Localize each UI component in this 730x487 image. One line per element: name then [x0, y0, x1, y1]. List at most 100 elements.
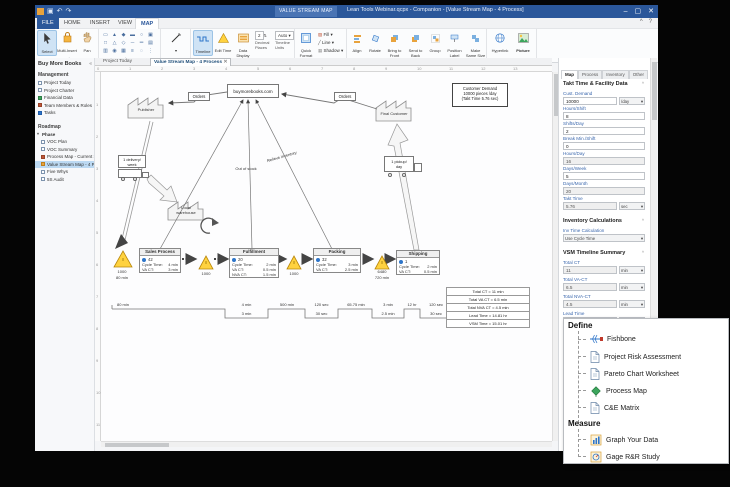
shape-button[interactable]: ─	[128, 39, 137, 47]
align-button[interactable]: Align	[348, 30, 366, 56]
info-line-packing[interactable]	[256, 100, 332, 249]
redo-icon[interactable]: ↷	[66, 6, 72, 17]
orders-label-right[interactable]: Orders	[334, 92, 356, 101]
pan-button[interactable]: Pan	[77, 30, 97, 56]
sidebar-item-5s-audit[interactable]: 5S Audit	[35, 176, 94, 184]
decimal-places-input[interactable]: 2	[255, 31, 264, 40]
sidebar-item-voc-summary[interactable]: VOC Summary	[35, 146, 94, 154]
shape-button[interactable]: ◆	[119, 31, 128, 39]
final-customer-label[interactable]: Final Customer	[374, 112, 414, 117]
maximize-button[interactable]: ▢	[635, 6, 642, 17]
tab-insert[interactable]: INSERT	[85, 18, 115, 29]
sidebar-item-tasks[interactable]: Tasks	[35, 109, 94, 117]
takt-unit-dropdown[interactable]: sec▾	[619, 202, 645, 210]
position-label-button[interactable]: Position Label	[444, 30, 465, 56]
tab-view[interactable]: VIEW	[113, 18, 137, 29]
info-line-fulfillment[interactable]	[248, 100, 252, 249]
sidebar-item-project-charter[interactable]: Project Charter	[35, 87, 94, 95]
tool-item-graph-your-data[interactable]: Graph Your Data	[590, 434, 658, 446]
shape-button[interactable]: ═	[137, 39, 146, 47]
tool-item-fishbone[interactable]: Fishbone	[590, 334, 636, 344]
days-week-input[interactable]: 5	[563, 172, 645, 180]
break-min-input[interactable]: 0	[563, 142, 645, 150]
process-box-shipping[interactable]: Shipping 1 Cycle Time:2 min VA CT:0.5 mi…	[396, 250, 440, 275]
line-button[interactable]: ╱ Line ▾	[318, 39, 343, 47]
shape-button[interactable]: ≡	[128, 47, 137, 55]
shape-button[interactable]: ▬	[128, 31, 137, 39]
sidebar-item-team-members[interactable]: Team Members & Roles	[35, 102, 94, 110]
sidebar-item-five-whys[interactable]: Five Whys	[35, 168, 94, 176]
website-box[interactable]: buymorebooks.com	[227, 84, 279, 98]
panel-tab-map[interactable]: Map	[561, 70, 578, 79]
panel-tab-inventory[interactable]: Inventory	[602, 70, 629, 79]
save-icon[interactable]: ▣	[47, 6, 54, 17]
shape-button[interactable]: ◌	[137, 47, 146, 55]
help-icon[interactable]: ?	[649, 19, 652, 25]
pickup-truck[interactable]: 1 pickup/day	[384, 156, 414, 172]
expander-icon[interactable]: ▾	[37, 131, 39, 137]
orders-label-left[interactable]: Orders	[188, 92, 210, 101]
warehouse-label[interactable]: Localwarehouse	[166, 206, 206, 215]
tab-map[interactable]: MAP	[135, 18, 159, 29]
collapse-sidebar-icon[interactable]: «	[89, 61, 92, 67]
total-ct-unit-dropdown[interactable]: min▾	[619, 266, 645, 274]
tab-project-today[interactable]: Project Today	[103, 59, 132, 64]
timeline-units-dropdown[interactable]: Auto ▾	[275, 31, 294, 40]
tool-item-process-map[interactable]: Process Map	[590, 385, 647, 397]
customer-demand-note[interactable]: Customer Demand 10000 pieces /day (Takt …	[452, 83, 508, 107]
shape-button[interactable]: △	[110, 39, 119, 47]
tab-file[interactable]: FILE	[37, 18, 59, 29]
collapse-ribbon-icon[interactable]: ^	[640, 19, 643, 25]
push-arrow-to-warehouse[interactable]	[147, 175, 177, 202]
tab-value-stream-map[interactable]: Value Stream Map - 4 Process ✕	[150, 58, 231, 66]
connector-button[interactable]: ▾	[166, 30, 186, 56]
sidebar-item-financial-data[interactable]: Financial Data	[35, 94, 94, 102]
shape-button[interactable]: ▭	[101, 31, 110, 39]
fill-button[interactable]: ▨ Fill ▾	[318, 31, 343, 39]
group-button[interactable]: Group	[426, 30, 444, 56]
cust-demand-unit-dropdown[interactable]: /day▾	[619, 97, 645, 105]
bring-to-front-button[interactable]: Bring to Front	[384, 30, 405, 56]
tool-item-pareto[interactable]: Pareto Chart Worksheet	[590, 368, 679, 380]
canvas-horizontal-scrollbar[interactable]	[101, 441, 552, 447]
roadmap-phase[interactable]: ▾Phase	[35, 131, 94, 139]
process-box-fulfillment[interactable]: Fulfillment 20 Cycle Time:2 min VA CT:0.…	[229, 248, 279, 278]
edit-time-button[interactable]: Edit Time	[213, 30, 233, 56]
make-same-size-button[interactable]: Make Same Size	[465, 30, 486, 56]
collapse-section-icon[interactable]: ^	[642, 250, 644, 255]
tool-item-gage-rr[interactable]: Gage R&R Study	[590, 451, 660, 463]
shape-button[interactable]: ▥	[101, 47, 110, 55]
close-button[interactable]: ✕	[648, 6, 654, 17]
quick-format-button[interactable]: Quick Format	[296, 30, 316, 56]
send-to-back-button[interactable]: Send to Back	[405, 30, 426, 56]
panel-tab-process[interactable]: Process	[578, 70, 602, 79]
minimize-button[interactable]: –	[624, 6, 628, 17]
shape-button[interactable]: ○	[137, 31, 146, 39]
shape-button[interactable]: ▲	[110, 31, 119, 39]
shape-button[interactable]: ▤	[146, 39, 155, 47]
collapse-section-icon[interactable]: ^	[642, 218, 644, 223]
out-of-stock-label[interactable]: Out of stock	[232, 167, 260, 172]
tool-item-ce-matrix[interactable]: C&E Matrix	[590, 402, 639, 414]
undo-icon[interactable]: ↶	[57, 6, 63, 17]
shape-button[interactable]: ⋮	[146, 47, 155, 55]
sidebar-item-voc-plan[interactable]: VOC Plan	[35, 138, 94, 146]
shadow-button[interactable]: ▦ Shadow ▾	[318, 47, 343, 55]
total-nva-unit-dropdown[interactable]: min▾	[619, 300, 645, 308]
hours-shift-input[interactable]: 8	[563, 112, 645, 120]
sidebar-item-process-map-current[interactable]: Process Map - Current State	[35, 153, 94, 161]
shape-button[interactable]: ◇	[119, 39, 128, 47]
rotate-button[interactable]: Rotate	[366, 30, 384, 56]
process-box-packing[interactable]: Packing 32 Cycle Time:3 min VA CT:2.5 mi…	[313, 248, 361, 273]
orders-connector-to-bmb[interactable]	[282, 94, 377, 109]
spinner-icon[interactable]: ⇅	[264, 33, 267, 38]
collapse-section-icon[interactable]: ^	[642, 81, 644, 86]
shape-button[interactable]: □	[101, 39, 110, 47]
timeline-button[interactable]: Timeline	[193, 30, 213, 56]
total-va-unit-dropdown[interactable]: min▾	[619, 283, 645, 291]
select-button[interactable]: Select	[37, 30, 57, 56]
shipment-arrow-to-customer[interactable]	[388, 124, 419, 250]
publisher-label[interactable]: Publisher	[128, 108, 164, 113]
scrollbar-thumb[interactable]	[652, 62, 657, 120]
multi-insert-button[interactable]: Multi-Insert	[57, 30, 77, 56]
